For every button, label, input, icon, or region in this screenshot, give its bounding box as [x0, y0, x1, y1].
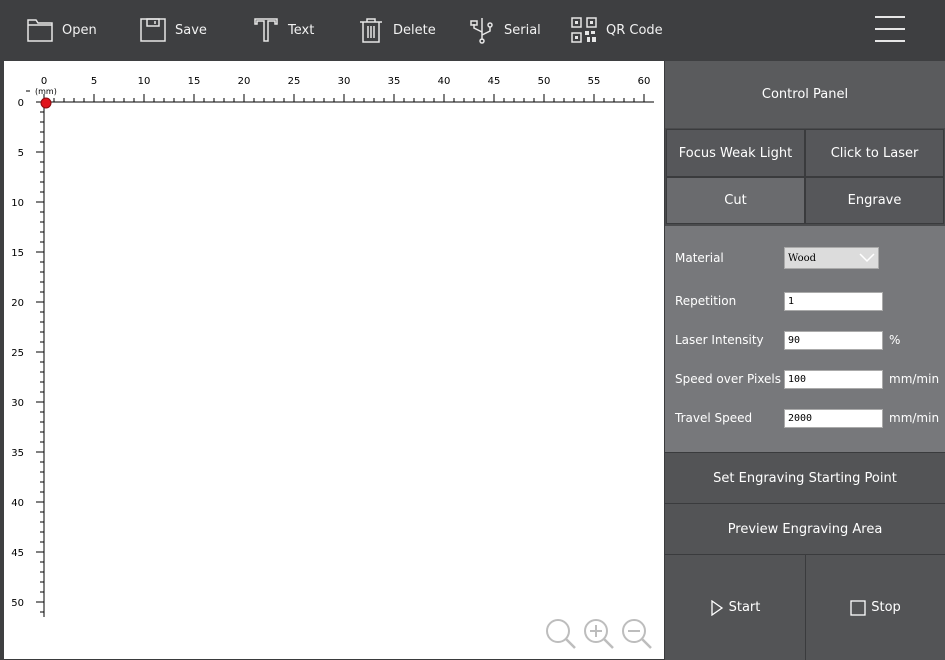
open-button[interactable]: Open [26, 14, 97, 46]
settings-section: Material Wood Repetition Laser Intensity… [665, 226, 945, 452]
material-select[interactable]: Wood [784, 247, 879, 269]
set-starting-point-button[interactable]: Set Engraving Starting Point [665, 452, 945, 503]
usb-icon [470, 18, 493, 44]
intensity-input[interactable] [784, 330, 883, 350]
zoom-fit-icon[interactable] [544, 617, 578, 651]
control-panel-title: Control Panel [665, 61, 945, 128]
text-icon [254, 18, 278, 42]
toolbar: Open Save Text Delete Serial QR Code [0, 0, 945, 61]
start-button[interactable]: Start [665, 554, 805, 660]
y-tick-label: 30 [11, 398, 24, 409]
save-button[interactable]: Save [139, 14, 207, 46]
x-tick-label: 0 [41, 76, 47, 87]
control-panel: Control Panel Focus Weak Light Click to … [665, 61, 945, 660]
x-tick-label: 55 [588, 76, 601, 87]
intensity-unit: % [889, 333, 901, 347]
x-tick-label: 5 [91, 76, 97, 87]
travel-speed-row: Travel Speed mm/min [675, 408, 945, 428]
speed-pixels-label: Speed over Pixels [675, 372, 782, 386]
speed-pixels-unit: mm/min [889, 372, 940, 386]
focus-weak-light-button[interactable]: Focus Weak Light [666, 129, 805, 177]
zoom-controls [544, 617, 654, 651]
open-label: Open [62, 22, 97, 38]
x-tick-label: 20 [238, 76, 251, 87]
click-to-laser-button[interactable]: Click to Laser [805, 129, 944, 177]
text-label: Text [288, 22, 315, 38]
x-tick-label: 35 [388, 76, 401, 87]
hamburger-icon [875, 16, 905, 42]
trash-icon [360, 18, 382, 43]
x-tick-label: 40 [438, 76, 451, 87]
repetition-row: Repetition [675, 291, 945, 311]
serial-label: Serial [504, 22, 541, 38]
serial-button[interactable]: Serial [468, 14, 541, 46]
qr-code-label: QR Code [606, 22, 663, 38]
origin-marker [40, 97, 52, 109]
engrave-tab[interactable]: Engrave [805, 177, 944, 224]
qr-code-icon [571, 17, 597, 43]
start-label: Start [728, 600, 761, 615]
engraving-canvas[interactable]: (mm) 0 5 10 15 20 25 30 35 40 45 50 55 60 0 5 10 15 20 25… [4, 61, 664, 659]
stop-icon [850, 599, 866, 616]
x-tick-label: 25 [288, 76, 301, 87]
y-tick-label: 15 [11, 248, 24, 259]
intensity-label: Laser Intensity [675, 333, 764, 347]
y-tick-label: 10 [11, 198, 24, 209]
x-tick-label: 45 [488, 76, 501, 87]
travel-speed-unit: mm/min [889, 411, 940, 425]
y-tick-label: 50 [11, 598, 24, 609]
x-tick-label: 60 [638, 76, 651, 87]
y-tick-label: 0 [18, 98, 24, 109]
y-tick-label: 5 [18, 148, 24, 159]
y-tick-label: 20 [11, 298, 24, 309]
travel-speed-label: Travel Speed [675, 411, 753, 425]
material-value: Wood [788, 252, 817, 264]
travel-speed-input[interactable] [784, 408, 883, 428]
delete-label: Delete [393, 22, 436, 38]
y-tick-label: 25 [11, 348, 24, 359]
text-button[interactable]: Text [252, 14, 314, 46]
ruler-unit-label: (mm) [35, 87, 57, 96]
save-icon [140, 18, 166, 42]
x-tick-label: 30 [338, 76, 351, 87]
zoom-in-icon[interactable] [582, 617, 616, 651]
y-tick-label: 40 [11, 498, 24, 509]
x-tick-label: 10 [138, 76, 151, 87]
material-row: Material Wood [675, 247, 945, 269]
chevron-down-icon [859, 253, 875, 263]
stop-label: Stop [871, 600, 901, 615]
menu-button[interactable] [872, 14, 908, 46]
ruler: (mm) 0 5 10 15 20 25 30 35 40 45 50 55 60 0 5 10 15 20 25… [11, 76, 654, 617]
x-tick-label: 50 [538, 76, 551, 87]
run-controls: Start Stop [665, 554, 945, 660]
repetition-label: Repetition [675, 294, 737, 308]
preview-area-button[interactable]: Preview Engraving Area [665, 503, 945, 554]
delete-button[interactable]: Delete [357, 14, 436, 46]
stop-button[interactable]: Stop [805, 554, 945, 660]
save-label: Save [175, 22, 207, 38]
x-tick-label: 15 [188, 76, 201, 87]
speed-pixels-input[interactable] [784, 369, 883, 389]
cut-tab[interactable]: Cut [666, 177, 805, 224]
folder-icon [27, 19, 53, 42]
qr-code-button[interactable]: QR Code [570, 14, 663, 46]
y-tick-label: 45 [11, 548, 24, 559]
zoom-out-icon[interactable] [620, 617, 654, 651]
speed-pixels-row: Speed over Pixels mm/min [675, 369, 945, 389]
material-label: Material [675, 251, 724, 265]
repetition-input[interactable] [784, 291, 883, 311]
y-tick-label: 35 [11, 448, 24, 459]
intensity-row: Laser Intensity % [675, 330, 945, 350]
play-icon [710, 599, 723, 616]
